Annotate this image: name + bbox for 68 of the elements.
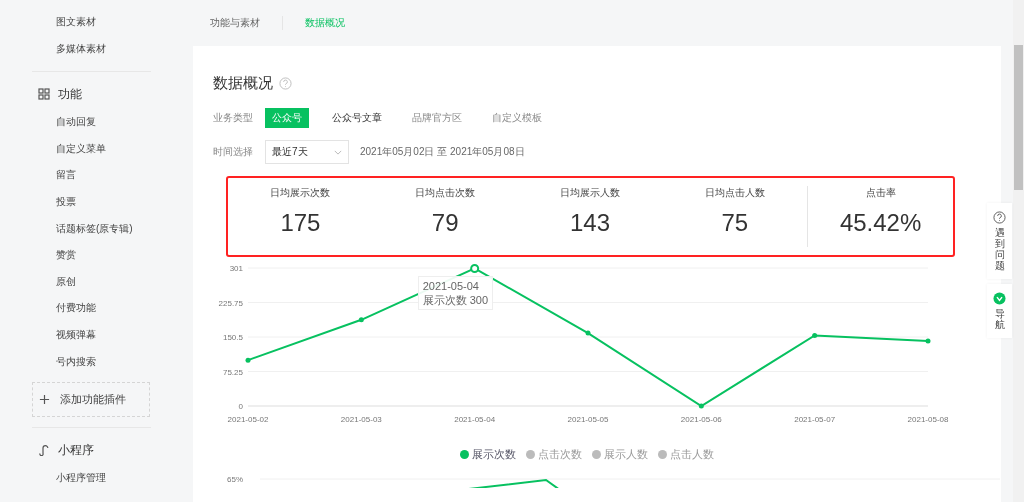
axis-label: 150.5 [222, 333, 243, 342]
axis-label: 225.75 [218, 298, 243, 308]
axis-label: 2021-05-08 [907, 415, 949, 424]
sidebar-item[interactable]: 图文素材 [32, 12, 151, 39]
legend-item[interactable]: 展示次数 [460, 447, 516, 462]
metric-value: 143 [568, 209, 611, 237]
data-point[interactable] [358, 317, 364, 323]
data-point[interactable] [812, 332, 818, 338]
data-point[interactable] [245, 357, 251, 363]
filter-label: 时间选择 [213, 145, 254, 159]
scrollbar[interactable] [1013, 0, 1024, 502]
sidebar-item[interactable]: 号内搜索 [32, 351, 151, 379]
type-option[interactable]: 公众号文章 [325, 108, 389, 128]
time-select[interactable]: 最近7天 [265, 140, 349, 164]
metric-label: 点击率 [864, 186, 897, 200]
chevron-icon [993, 292, 1006, 305]
data-point[interactable] [585, 330, 591, 336]
sidebar-item[interactable]: 赞赏 [32, 245, 151, 272]
sidebar-item[interactable]: 话题标签(原专辑) [32, 218, 151, 246]
sidebar-item[interactable]: 小程序管理 [32, 468, 151, 495]
type-option[interactable]: 自定义模板 [485, 108, 549, 128]
axis-label: 2021-05-05 [567, 415, 609, 424]
data-point[interactable] [925, 338, 931, 344]
tooltip-date: 2021-05-04 [422, 279, 480, 293]
metric-label: 日均点击人数 [703, 186, 766, 200]
sidebar-item[interactable]: 多媒体素材 [32, 38, 151, 66]
sidebar-item[interactable]: 自定义菜单 [32, 138, 151, 166]
sidebar-item[interactable]: 投票 [32, 191, 151, 219]
sidebar-heading[interactable]: 功能 [58, 85, 82, 103]
grid-icon [38, 88, 50, 101]
help-button[interactable]: 遇到问题 [987, 203, 1012, 279]
help-icon[interactable] [279, 76, 292, 90]
metric-label: 日均点击次数 [414, 186, 477, 200]
axis-label: 75.25 [222, 367, 243, 377]
axis-label: 65% [227, 476, 244, 484]
metric-value: 79 [430, 209, 460, 237]
metric-value: 75 [720, 209, 750, 237]
type-option[interactable]: 品牌官方区 [405, 108, 469, 128]
data-point[interactable] [698, 403, 704, 409]
metric-label: 日均展示次数 [269, 186, 332, 200]
section-title: 数据概况 [213, 73, 273, 93]
date-range: 2021年05月02日 至 2021年05月08日 [360, 145, 525, 159]
axis-label: 2021-05-04 [454, 415, 496, 424]
link-icon [38, 444, 50, 457]
add-plugin-button[interactable]: 添加功能插件 [32, 382, 150, 418]
sidebar-heading[interactable]: 小程序 [58, 441, 94, 459]
sidebar-item[interactable]: 视频弹幕 [32, 324, 151, 352]
caret-icon [334, 149, 342, 155]
axis-label: 301 [229, 264, 243, 273]
sidebar-item[interactable]: 自动回复 [32, 112, 151, 139]
plus-icon [39, 394, 50, 406]
axis-label: 2021-05-06 [680, 415, 722, 424]
tab[interactable]: 功能与素材 [200, 16, 270, 30]
sidebar-item[interactable]: 付费功能 [32, 298, 151, 325]
help-icon [993, 211, 1006, 224]
filter-label: 业务类型 [213, 111, 254, 125]
tooltip-value: 展示次数 300 [422, 293, 489, 307]
axis-label: 2021-05-07 [794, 415, 836, 424]
axis-label: 2021-05-02 [227, 415, 269, 424]
axis-label: 2021-05-03 [340, 415, 382, 424]
metric-value: 175 [279, 209, 322, 237]
sidebar-item[interactable]: 原创 [32, 271, 151, 299]
metric-label: 日均展示人数 [559, 186, 621, 200]
nav-button[interactable]: 导航 [987, 284, 1012, 338]
axis-label: 0 [238, 402, 243, 411]
data-point[interactable] [470, 263, 480, 273]
metric-value: 45.42% [838, 209, 923, 237]
sidebar-item[interactable]: 留言 [32, 165, 151, 192]
